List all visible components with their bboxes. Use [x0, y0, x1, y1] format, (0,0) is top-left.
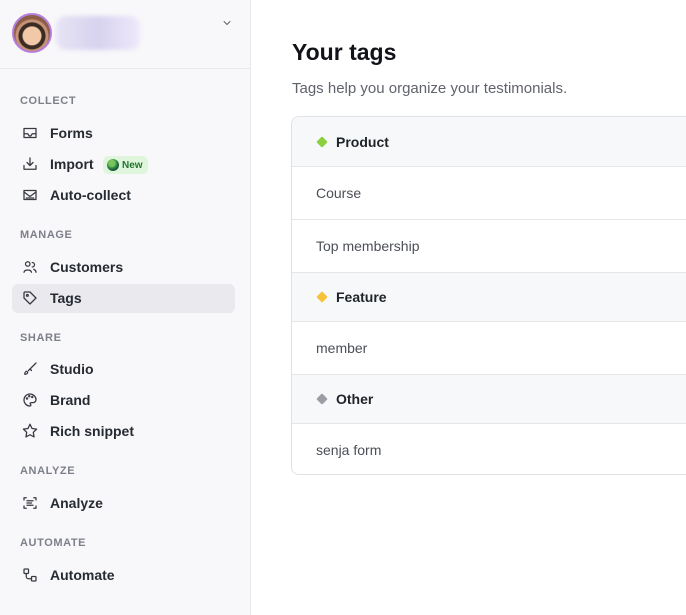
tag-group-product[interactable]: Product: [292, 117, 686, 166]
nav-item-automate[interactable]: Automate: [12, 561, 235, 590]
tag-row[interactable]: Course: [292, 166, 686, 219]
group-color-dot: [316, 291, 328, 303]
mail-collect-icon: [21, 186, 39, 204]
tag-label: Course: [316, 185, 362, 201]
page-title: Your tags: [292, 39, 397, 65]
tags-list: Product Course Top membership Feature me…: [291, 116, 686, 475]
download-icon: [21, 155, 39, 173]
group-color-dot: [316, 135, 328, 148]
nav-item-label: Forms: [50, 125, 93, 141]
main-content: Your tags Tags help you organize your te…: [252, 0, 686, 615]
tag-row[interactable]: senja form: [292, 423, 686, 474]
globe-badge-icon: [107, 159, 119, 171]
nav-item-label: Auto-collect: [50, 187, 131, 203]
nav-item-label: Brand: [50, 392, 91, 408]
chevron-down-icon[interactable]: [219, 15, 235, 31]
new-badge-label: New: [122, 159, 143, 171]
nav-item-rich-snippet[interactable]: Rich snippet: [12, 417, 235, 446]
blurred-account-name: [56, 16, 140, 50]
star-icon: [21, 422, 39, 440]
page-subtitle: Tags help you organize your testimonials…: [292, 80, 568, 97]
nav-item-tags[interactable]: Tags: [12, 284, 235, 313]
nav-item-forms[interactable]: Forms: [12, 119, 235, 148]
new-badge: New: [103, 156, 148, 174]
inbox-icon: [21, 124, 39, 142]
section-label-analyze: ANALYZE: [20, 465, 76, 477]
sidebar: COLLECT Forms Import New Auto-collect MA…: [0, 0, 251, 615]
nav-item-auto-collect[interactable]: Auto-collect: [12, 181, 235, 210]
section-label-share: SHARE: [20, 332, 62, 344]
palette-icon: [21, 391, 39, 409]
nav-item-import[interactable]: Import New: [12, 150, 235, 179]
tag-group-label: Feature: [336, 289, 387, 305]
analyze-icon: [21, 494, 39, 512]
nav-item-label: Rich snippet: [50, 423, 135, 439]
tag-group-label: Other: [336, 391, 374, 407]
group-color-dot: [316, 393, 328, 405]
tag-group-feature[interactable]: Feature: [292, 272, 686, 321]
nav-item-brand[interactable]: Brand: [12, 386, 235, 415]
tag-label: member: [316, 340, 368, 356]
nav-item-label: Import: [50, 156, 94, 172]
workflow-icon: [21, 566, 39, 584]
tag-label: senja form: [316, 442, 382, 458]
tag-group-other[interactable]: Other: [292, 374, 686, 423]
nav-item-analyze[interactable]: Analyze: [12, 489, 235, 518]
tag-label: Top membership: [316, 238, 420, 254]
users-icon: [21, 258, 39, 276]
avatar: [12, 13, 52, 53]
nav-item-studio[interactable]: Studio: [12, 355, 235, 384]
nav-item-label: Analyze: [50, 495, 103, 511]
nav-item-label: Studio: [50, 361, 94, 377]
tag-group-label: Product: [336, 133, 389, 150]
nav-item-label: Automate: [50, 567, 115, 583]
nav-item-label: Tags: [50, 290, 82, 306]
nav-item-customers[interactable]: Customers: [12, 253, 235, 282]
nav-item-label: Customers: [50, 259, 124, 275]
tag-icon: [21, 289, 39, 307]
section-label-collect: COLLECT: [20, 95, 77, 107]
account-switcher[interactable]: [0, 0, 250, 69]
section-label-manage: MANAGE: [20, 229, 73, 241]
section-label-automate: AUTOMATE: [20, 537, 87, 549]
brush-icon: [21, 360, 39, 378]
tag-row[interactable]: member: [292, 321, 686, 374]
tag-row[interactable]: Top membership: [292, 219, 686, 272]
